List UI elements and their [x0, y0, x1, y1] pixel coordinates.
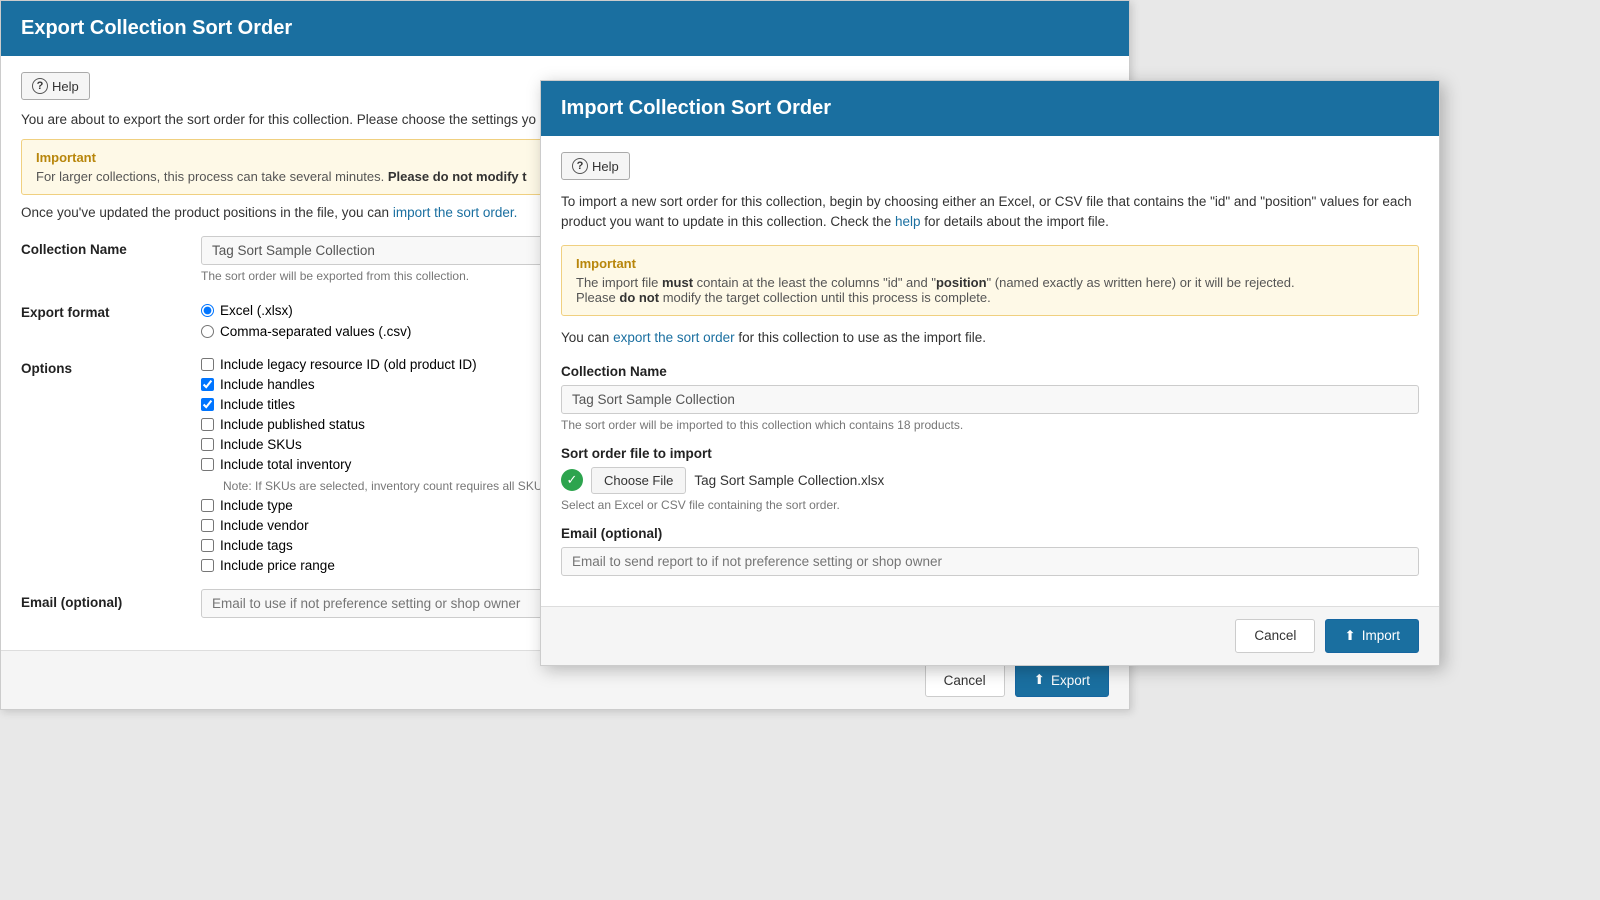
import-sort-order-link[interactable]: import the sort order.	[393, 205, 518, 220]
selected-file-name: Tag Sort Sample Collection.xlsx	[694, 473, 884, 488]
export-format-label: Export format	[21, 299, 201, 320]
file-success-icon: ✓	[561, 469, 583, 491]
import-collection-hint: The sort order will be imported to this …	[561, 418, 1419, 432]
import-upload-icon: ⬆	[1344, 628, 1355, 644]
export-button[interactable]: ⬆ Export	[1015, 663, 1109, 697]
import-title: Import Collection Sort Order	[541, 81, 1439, 136]
export-title: Export Collection Sort Order	[1, 1, 1129, 56]
sort-file-label: Sort order file to import	[561, 446, 1419, 461]
collection-name-label: Collection Name	[21, 236, 201, 257]
format-csv-radio[interactable]	[201, 325, 214, 338]
email-label: Email (optional)	[21, 589, 201, 610]
import-panel: Import Collection Sort Order ? Help To i…	[540, 80, 1440, 666]
option-type-checkbox[interactable]	[201, 499, 214, 512]
file-hint: Select an Excel or CSV file containing t…	[561, 498, 1419, 512]
choose-file-button[interactable]: Choose File	[591, 467, 686, 494]
option-handles-checkbox[interactable]	[201, 378, 214, 391]
import-warning-box: Important The import file must contain a…	[561, 245, 1419, 316]
import-help-button[interactable]: ? Help	[561, 152, 630, 180]
import-help-link[interactable]: help	[895, 214, 921, 229]
import-warning-title: Important	[576, 256, 1404, 271]
import-warning-text: The import file must contain at the leas…	[576, 275, 1404, 305]
collection-name-input[interactable]	[201, 236, 581, 265]
import-collection-name-row: Collection Name The sort order will be i…	[561, 364, 1419, 432]
option-legacy-id-checkbox[interactable]	[201, 358, 214, 371]
export-help-button[interactable]: ? Help	[21, 72, 90, 100]
import-button[interactable]: ⬆ Import	[1325, 619, 1419, 653]
help-icon: ?	[32, 78, 48, 94]
import-footer: Cancel ⬆ Import	[541, 606, 1439, 665]
option-skus-checkbox[interactable]	[201, 438, 214, 451]
option-published-status-checkbox[interactable]	[201, 418, 214, 431]
email-input[interactable]	[201, 589, 581, 618]
export-sort-order-link[interactable]: export the sort order	[613, 330, 735, 345]
import-email-row: Email (optional)	[561, 526, 1419, 576]
import-collection-name-input[interactable]	[561, 385, 1419, 414]
export-cancel-button[interactable]: Cancel	[925, 663, 1005, 697]
import-email-input[interactable]	[561, 547, 1419, 576]
options-label: Options	[21, 355, 201, 376]
import-description: To import a new sort order for this coll…	[561, 192, 1419, 233]
upload-icon: ⬆	[1034, 672, 1045, 688]
format-excel-radio[interactable]	[201, 304, 214, 317]
option-titles-checkbox[interactable]	[201, 398, 214, 411]
option-total-inventory-checkbox[interactable]	[201, 458, 214, 471]
sort-file-row: Sort order file to import ✓ Choose File …	[561, 446, 1419, 512]
option-price-range-checkbox[interactable]	[201, 559, 214, 572]
import-cancel-button[interactable]: Cancel	[1235, 619, 1315, 653]
import-email-label: Email (optional)	[561, 526, 1419, 541]
help-icon-import: ?	[572, 158, 588, 174]
option-tags-checkbox[interactable]	[201, 539, 214, 552]
import-collection-name-label: Collection Name	[561, 364, 1419, 379]
import-export-link-desc: You can export the sort order for this c…	[561, 328, 1419, 348]
option-vendor-checkbox[interactable]	[201, 519, 214, 532]
file-upload-row: ✓ Choose File Tag Sort Sample Collection…	[561, 467, 1419, 494]
